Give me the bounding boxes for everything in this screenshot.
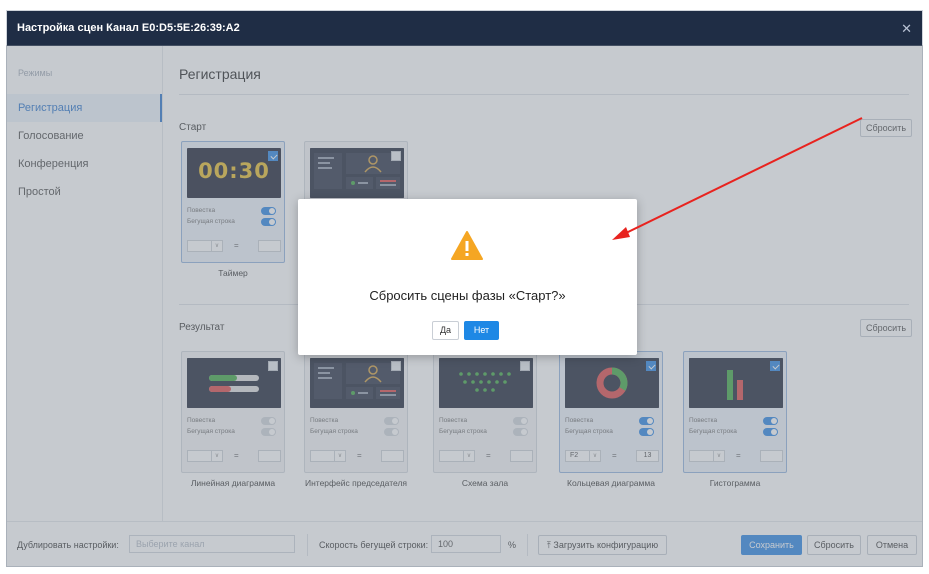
no-button[interactable]: Нет <box>464 321 499 340</box>
confirm-dialog: Сбросить сцены фазы «Старт?» Да Нет <box>298 199 637 355</box>
window-titlebar: Настройка сцен Канал E0:D5:5E:26:39:A2 ✕ <box>7 11 922 46</box>
warning-icon <box>451 231 483 260</box>
yes-button[interactable]: Да <box>432 321 459 340</box>
window-title: Настройка сцен Канал E0:D5:5E:26:39:A2 <box>17 22 240 34</box>
close-icon[interactable]: ✕ <box>901 11 912 46</box>
dialog-message: Сбросить сцены фазы «Старт?» <box>369 288 566 303</box>
